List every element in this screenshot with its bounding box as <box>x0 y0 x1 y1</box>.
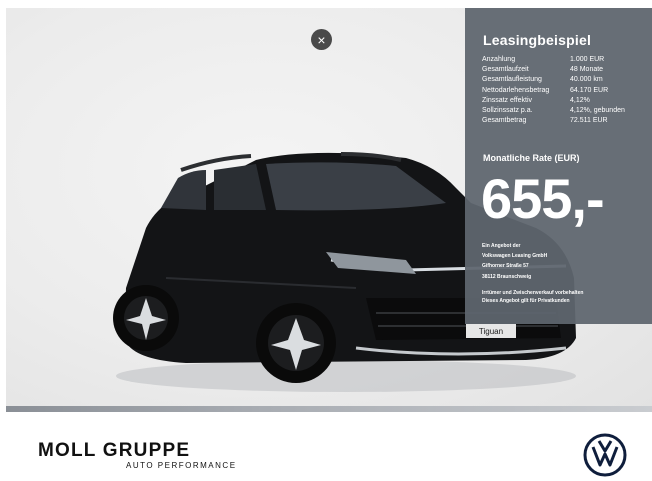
leasing-title: Leasingbeispiel <box>483 32 592 48</box>
close-button[interactable]: × <box>311 29 332 50</box>
spec-label: Gesamtlaufzeit <box>482 66 529 74</box>
dealer-logo-subtext: AUTO PERFORMANCE <box>126 461 237 470</box>
svg-text:Tiguan: Tiguan <box>479 327 503 336</box>
disclaimer-line: Dieses Angebot gilt für Privatkunden <box>482 298 570 304</box>
spec-label: Anzahlung <box>482 56 516 63</box>
spec-row: Sollzinssatz p.a. 4,12%, gebunden <box>482 106 647 116</box>
spec-label: Gesamtlaufleistung <box>482 76 542 84</box>
provider-line: Ein Angebot der <box>482 243 521 249</box>
spec-row: Zinssatz effektiv 4,12% <box>482 96 647 106</box>
spec-value: 64.170 EUR <box>570 86 609 94</box>
leasing-specs: Anzahlung 1.000 EUR Gesamtlaufzeit 48 Mo… <box>482 55 647 126</box>
spec-row: Gesamtlaufzeit 48 Monate <box>482 65 647 75</box>
close-icon: × <box>317 31 326 48</box>
spec-row: Gesamtlaufleistung 40.000 km <box>482 75 647 85</box>
provider-line: Volkswagen Leasing GmbH <box>482 253 548 260</box>
floor-line <box>6 406 652 412</box>
spec-row: Anzahlung 1.000 EUR <box>482 55 647 65</box>
spec-value: 1.000 EUR <box>570 56 605 63</box>
monthly-rate-label: Monatliche Rate (EUR) <box>483 153 580 163</box>
spec-value: 40.000 km <box>570 76 603 84</box>
leasing-panel: Leasingbeispiel Anzahlung 1.000 EUR Gesa… <box>465 8 652 324</box>
disclaimer-line: Irrtümer und Zwischenverkauf vorbehalten <box>482 290 584 296</box>
provider-line: 38112 Braunschweig <box>482 273 532 280</box>
provider-line: Gifhorner Straße 57 <box>482 263 529 270</box>
spec-value: 48 Monate <box>570 66 604 74</box>
spec-value: 4,12%, gebunden <box>570 107 625 115</box>
spec-value: 4,12% <box>570 96 590 104</box>
vw-logo-icon <box>583 433 627 477</box>
spec-row: Nettodarlehensbetrag 64.170 EUR <box>482 86 647 96</box>
provider-info: Ein Angebot der Volkswagen Leasing GmbH … <box>482 241 547 282</box>
spec-label: Sollzinssatz p.a. <box>482 107 533 115</box>
spec-label: Nettodarlehensbetrag <box>482 86 550 94</box>
monthly-rate-value: 655,- <box>481 167 605 230</box>
spec-label: Zinssatz effektiv <box>482 96 533 104</box>
disclaimer: Irrtümer und Zwischenverkauf vorbehalten… <box>482 289 583 305</box>
spec-row: Gesamtbetrag 72.511 EUR <box>482 116 647 126</box>
dealer-logo-text: MOLL GRUPPE <box>38 440 191 461</box>
spec-label: Gesamtbetrag <box>482 117 527 125</box>
spec-value: 72.511 EUR <box>570 117 608 125</box>
